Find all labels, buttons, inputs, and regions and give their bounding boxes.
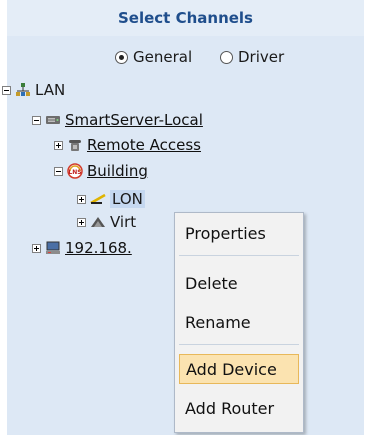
panel-header: Select Channels xyxy=(7,0,364,36)
server-icon xyxy=(46,116,60,124)
radio-driver-label[interactable]: Driver xyxy=(238,48,284,66)
menu-item-add-router[interactable]: Add Router xyxy=(179,393,299,423)
menu-item-add-router-label[interactable]: Add Router xyxy=(185,399,274,418)
expand-toggle[interactable] xyxy=(77,217,86,227)
menu-item-delete[interactable]: Delete xyxy=(179,268,299,298)
radio-general[interactable]: General xyxy=(115,48,192,66)
radio-general-label[interactable]: General xyxy=(133,48,192,66)
menu-item-delete-label[interactable]: Delete xyxy=(185,274,238,293)
collapse-toggle[interactable] xyxy=(32,115,41,125)
tree-label-smartserver[interactable]: SmartServer-Local xyxy=(65,111,203,129)
collapse-toggle[interactable] xyxy=(54,166,63,176)
computer-icon xyxy=(46,241,60,254)
lon-channel-icon xyxy=(90,193,106,205)
expand-toggle[interactable] xyxy=(32,243,41,253)
context-menu: Properties Delete Rename Add Device Add … xyxy=(174,212,304,433)
tree-label-building[interactable]: Building xyxy=(87,162,148,180)
menu-item-rename[interactable]: Rename xyxy=(179,307,299,337)
menu-item-add-device[interactable]: Add Device xyxy=(179,354,299,384)
virtual-channel-icon xyxy=(91,217,105,227)
menu-separator xyxy=(179,255,299,256)
tree-node-lan[interactable]: LAN xyxy=(2,79,65,101)
expand-toggle[interactable] xyxy=(54,140,63,150)
tree-label-lon[interactable]: LON xyxy=(110,190,145,208)
building-icon: LNS xyxy=(67,163,83,179)
tree-node-smartserver[interactable]: SmartServer-Local xyxy=(32,109,203,131)
radio-general-indicator[interactable] xyxy=(115,50,128,64)
tree-node-lon[interactable]: LON xyxy=(77,188,145,210)
tree-node-remote-access[interactable]: Remote Access xyxy=(54,134,201,156)
telephone-icon xyxy=(69,140,81,151)
menu-item-properties[interactable]: Properties xyxy=(179,218,299,248)
menu-item-add-device-label[interactable]: Add Device xyxy=(186,360,277,379)
panel-title: Select Channels xyxy=(118,9,253,27)
tree-label-lan[interactable]: LAN xyxy=(35,81,65,99)
radio-driver[interactable]: Driver xyxy=(220,48,284,66)
tree-label-virtual[interactable]: Virt xyxy=(110,213,136,231)
tree-node-virtual[interactable]: Virt xyxy=(77,211,136,233)
radio-driver-indicator[interactable] xyxy=(220,50,233,64)
tree-node-building[interactable]: LNS Building xyxy=(54,160,148,182)
collapse-toggle[interactable] xyxy=(2,85,11,95)
expand-toggle[interactable] xyxy=(77,194,86,204)
menu-item-rename-label[interactable]: Rename xyxy=(185,313,251,332)
menu-separator xyxy=(179,344,299,345)
network-icon xyxy=(16,83,30,96)
svg-text:LNS: LNS xyxy=(68,169,81,176)
tree-node-ip[interactable]: 192.168. xyxy=(32,237,132,259)
tree-label-remote-access[interactable]: Remote Access xyxy=(87,136,201,154)
mode-selector: General Driver xyxy=(0,48,381,70)
tree-label-ip[interactable]: 192.168. xyxy=(65,239,132,257)
menu-item-properties-label[interactable]: Properties xyxy=(185,224,266,243)
